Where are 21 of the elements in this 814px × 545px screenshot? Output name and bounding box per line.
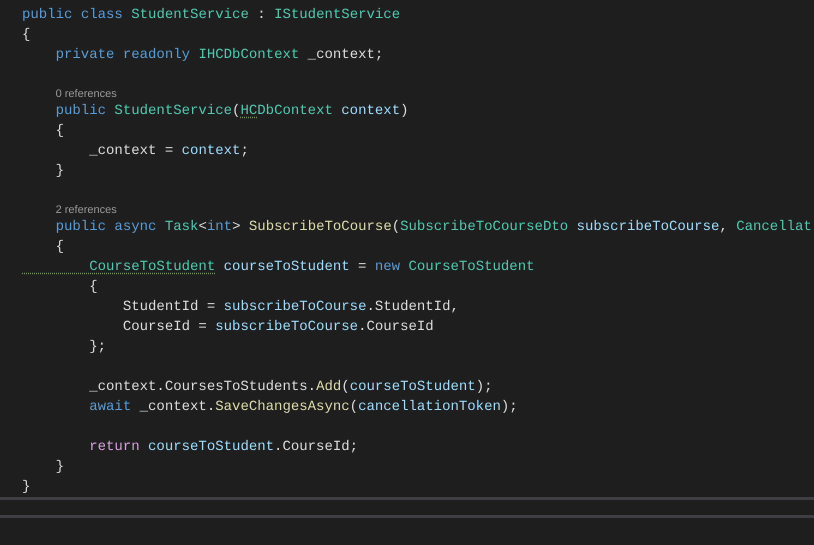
code-line: _context.CoursesToStudents.Add(courseToStudent); bbox=[88, 378, 494, 397]
code-line: CourseId = subscribeToCourse.CourseId bbox=[122, 318, 435, 337]
code-line: { bbox=[54, 238, 66, 257]
code-line: { bbox=[54, 122, 66, 141]
code-line: _context = context; bbox=[88, 142, 250, 161]
code-line: await _context.SaveChangesAsync(cancellationToken); bbox=[88, 398, 519, 417]
code-line: } bbox=[54, 162, 66, 181]
references-link[interactable]: 0 references bbox=[56, 88, 117, 101]
code-line: return courseToStudent.CourseId; bbox=[88, 438, 360, 457]
code-line: }; bbox=[88, 338, 108, 357]
code-line: public StudentService(HCDbContext context) bbox=[54, 102, 410, 121]
references-link[interactable]: 2 references bbox=[56, 204, 117, 217]
code-line: public async Task<int> SubscribeToCourse(SubscribeToCourseDto subscribeToCourse, Cancellat bbox=[54, 218, 813, 237]
code-line: { bbox=[22, 26, 32, 45]
code-line: } bbox=[22, 478, 32, 497]
code-line: { bbox=[88, 278, 99, 297]
code-line: CourseToStudent courseToStudent = new CourseToStudent bbox=[88, 258, 536, 277]
code-line: private readonly IHCDbContext _context; bbox=[54, 46, 384, 65]
code-line: public class StudentService : IStudentService bbox=[22, 6, 402, 25]
code-line: StudentId = subscribeToCourse.StudentId, bbox=[122, 298, 460, 317]
code-line: } bbox=[54, 458, 66, 477]
